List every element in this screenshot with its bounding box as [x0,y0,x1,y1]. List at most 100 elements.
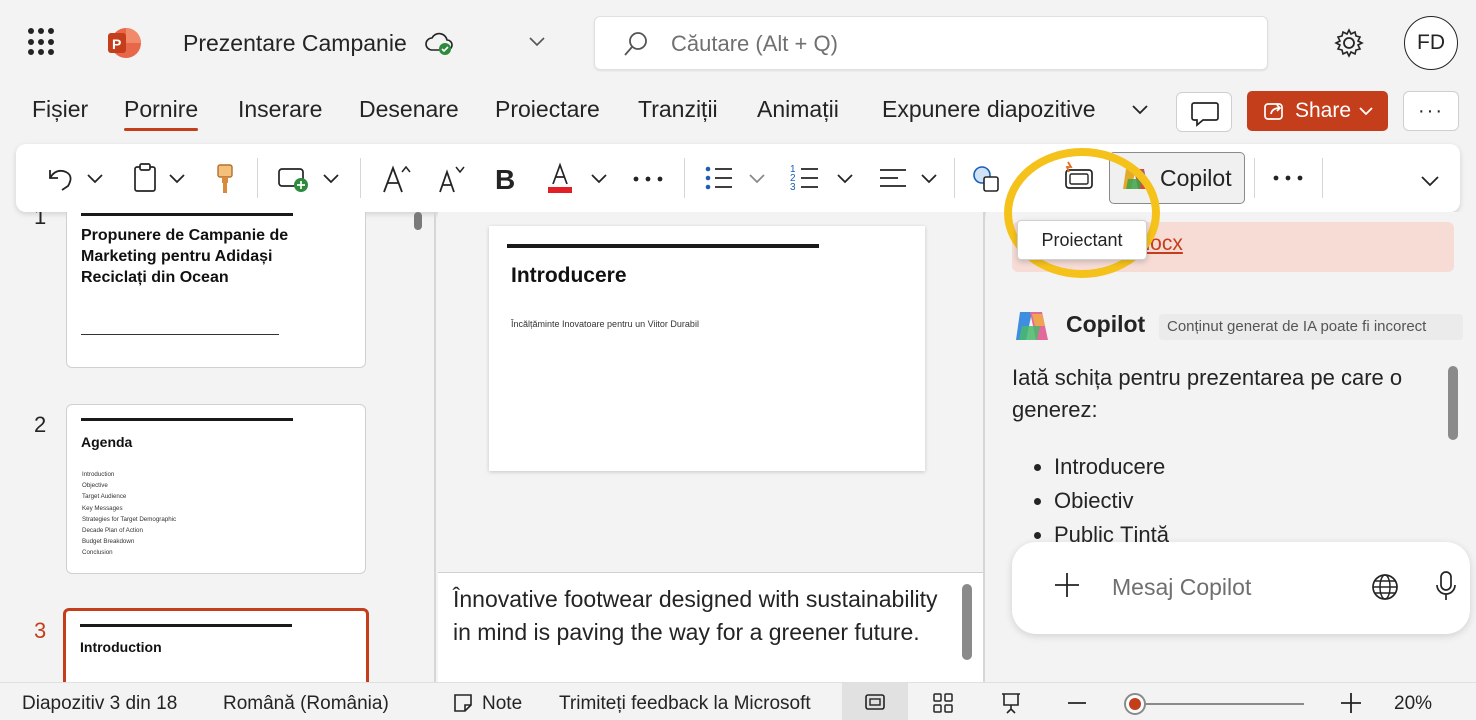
slide-sorter-icon[interactable] [932,692,954,714]
zoom-level[interactable]: 20% [1394,693,1432,715]
align-icon[interactable] [876,160,910,196]
pane-divider[interactable] [983,212,985,682]
message-input[interactable]: Mesaj Copilot [1112,574,1251,601]
shrink-font-icon[interactable] [434,160,468,196]
title-bar-line [81,213,293,216]
list-item: Introducere [1034,450,1169,484]
notes-text[interactable]: Înnovative footwear designed with sustai… [453,583,953,649]
cloud-saved-icon[interactable] [424,30,454,56]
copilot-composer[interactable]: Mesaj Copilot [1012,542,1470,634]
document-title[interactable]: Prezentare Campanie [183,30,407,57]
normal-view-button[interactable] [842,683,908,720]
zoom-out-icon[interactable] [1068,701,1086,705]
slide-thumbnails-pane: 1 Propunere de Campanie de Marketing pen… [0,212,434,682]
pane-divider[interactable] [434,212,436,682]
slideshow-icon[interactable] [1000,691,1022,715]
separator [954,158,955,198]
comment-icon [1191,102,1219,127]
chevron-down-icon[interactable] [528,34,546,48]
grow-font-icon[interactable] [380,160,414,196]
microphone-icon[interactable] [1434,570,1458,602]
tab-home[interactable]: Pornire [124,96,199,131]
share-button[interactable]: Share [1247,91,1388,131]
notes-icon[interactable] [452,693,474,713]
bold-icon[interactable]: B [490,160,520,196]
current-slide[interactable]: Introducere Încălțăminte Inovatoare pent… [489,226,925,471]
powerpoint-logo-icon: P [108,28,141,58]
search-placeholder: Căutare (Alt + Q) [671,31,838,56]
thumbnail-number: 2 [34,412,47,437]
zoom-slider-thumb[interactable] [1124,693,1146,715]
feedback-link[interactable]: Trimiteți feedback la Microsoft [559,693,811,715]
list-item: Obiectiv [1034,484,1169,518]
undo-icon[interactable] [40,160,80,196]
tab-draw[interactable]: Desenare [359,96,459,123]
font-color-icon[interactable] [544,160,578,196]
agenda-item: Objective [82,482,108,490]
globe-icon[interactable] [1370,572,1400,602]
language-indicator[interactable]: Română (România) [223,693,389,715]
chevron-down-icon[interactable] [834,160,856,196]
slide-thumbnail-2[interactable]: Agenda Introduction Objective Target Aud… [66,404,366,574]
footer-line [81,334,279,335]
agenda-item: Budget Breakdown [82,538,135,546]
copilot-message: Iată schița pentru prezentarea pe care o… [1012,365,1403,422]
slide-title[interactable]: Introducere [511,264,627,288]
slide-thumbnail-3[interactable]: Introduction [63,608,369,682]
thumbnails-scrollbar[interactable] [414,212,422,230]
app-launcher-icon[interactable] [28,28,56,56]
svg-text:B: B [495,164,515,195]
notes-scrollbar[interactable] [962,584,972,660]
comments-button[interactable] [1176,92,1232,132]
agenda-list: Introduction Objective Target Audience K… [82,469,176,559]
tab-transitions[interactable]: Tranziții [638,96,718,123]
thumbnail-number: 1 [34,212,47,229]
more-font-options-icon[interactable] [628,160,668,196]
chevron-down-icon[interactable] [588,160,610,196]
chevron-down-icon[interactable] [166,160,188,196]
slide-thumbnail-1[interactable]: Propunere de Campanie de Marketing pentr… [66,212,366,368]
copilot-scrollbar[interactable] [1448,366,1458,440]
tab-slideshow[interactable]: Expunere diapozitive [882,96,1096,123]
chevron-down-icon[interactable] [320,160,342,196]
bullets-icon[interactable] [702,160,736,196]
copilot-logo-icon [1016,312,1048,340]
chevron-down-icon[interactable] [84,160,106,196]
add-icon[interactable] [1052,570,1082,600]
slide-subtitle[interactable]: Încălțăminte Inovatoare pentru un Viitor… [511,319,699,329]
normal-view-icon [865,694,885,710]
expand-ribbon-chevron-icon[interactable] [1418,160,1442,196]
shapes-icon[interactable] [970,160,1004,196]
tab-design[interactable]: Proiectare [495,96,600,123]
share-icon [1264,103,1283,120]
agenda-item: Introduction [82,471,115,478]
notes-toggle[interactable]: Note [482,693,522,715]
separator [684,158,685,198]
more-ribbon-options-icon[interactable] [1268,160,1308,196]
new-slide-icon[interactable] [274,160,312,196]
zoom-slider-track[interactable] [1126,703,1304,705]
ribbon-toolbar: B 1 2 3 Copilot [16,144,1460,212]
more-tabs-chevron-icon[interactable] [1130,100,1150,120]
agenda-item: Key Messages [82,504,123,512]
chevron-down-icon[interactable] [746,160,768,196]
format-painter-icon[interactable] [210,160,240,196]
svg-text:3: 3 [790,182,796,193]
more-options-button[interactable]: ··· [1403,91,1459,131]
clipboard-icon[interactable] [128,160,162,196]
tab-file[interactable]: Fișier [32,96,88,123]
chevron-down-icon[interactable] [918,160,940,196]
thumbnail-title: Propunere de Campanie de Marketing pentr… [81,227,289,286]
tab-animations[interactable]: Animații [757,96,839,123]
search-box[interactable]: Căutare (Alt + Q) [594,16,1268,70]
speaker-notes[interactable]: Înnovative footwear designed with sustai… [438,572,984,682]
tab-insert[interactable]: Inserare [238,96,322,123]
agenda-item: Decade Plan of Action [82,527,143,535]
thumbnail-title: Agenda [81,434,133,450]
zoom-in-icon[interactable] [1341,693,1361,713]
avatar[interactable]: FD [1404,16,1458,70]
numbering-icon[interactable]: 1 2 3 [788,160,822,196]
chevron-down-icon [1359,107,1373,116]
thumbnail-number: 3 [34,618,47,643]
gear-icon[interactable] [1334,28,1364,58]
